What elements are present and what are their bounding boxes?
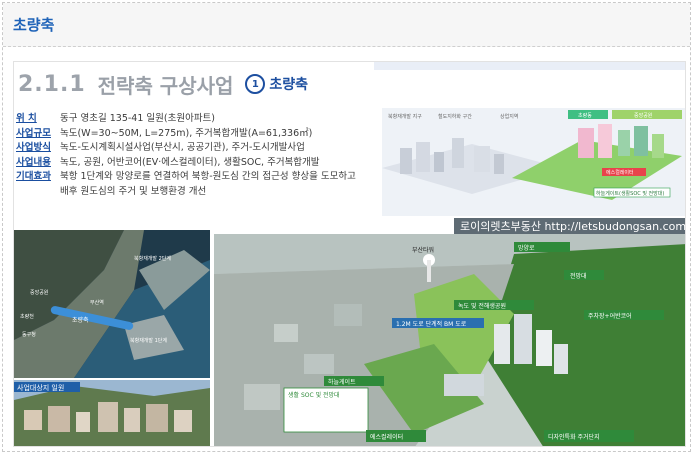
info-value: 녹도-도시계획시설사업(부산시, 공공기관), 주거-도시개발사업: [60, 142, 305, 153]
info-row: 기대효과 북항 1단계와 망양로를 연결하여 북항-원도심 간의 접근성 향상을…: [16, 170, 376, 185]
info-key: 사업방식: [16, 142, 51, 153]
city-photo-illustration: 사업대상지 일원: [14, 380, 210, 446]
map-label: 북항재개발 2단계: [134, 255, 171, 262]
diagram-box-label: 에스컬레이터: [606, 169, 634, 176]
map-band-label: 초량축: [72, 316, 89, 324]
aerial-label: 하늘게이트: [328, 378, 356, 386]
city-label: 사업대상지 일원: [17, 383, 64, 392]
map-label: 부산역: [90, 299, 104, 306]
aerial-label: 1.2M 도로 단계적 BM 도로: [396, 320, 467, 328]
diagram-box-label: 하늘게이트(생활SOC 및 전망대): [596, 190, 664, 197]
aerial-label: 전망대: [570, 272, 587, 280]
subsection-title: 1 초량축: [245, 74, 308, 94]
card-title: 초량축: [13, 16, 55, 34]
satellite-map: 초량축 북항재개발 2단계 중앙공원 부산역 초량천 동구청 북항재개발 1단계: [14, 230, 210, 378]
slide-image: 2.1.1 전략축 구상사업 1 초량축 위 치 동구 영초길 135-41 일…: [13, 61, 686, 447]
section-number: 2.1.1: [18, 71, 86, 97]
slide-heading: 2.1.1 전략축 구상사업 1 초량축: [18, 64, 308, 104]
section-title: 전략축 구상사업: [97, 73, 234, 98]
info-row: 사업내용 녹도, 공원, 어반코어(EV·에스컬레이터), 생활SOC, 주거복…: [16, 156, 376, 171]
diagram-label: 철도지하화 구간: [438, 113, 472, 120]
info-key: 기대효과: [16, 171, 51, 182]
diagram-label: 북항재개발 지구: [388, 113, 422, 120]
map-label: 동구청: [22, 332, 36, 338]
diagram-illustration: 북항재개발 지구 철도지하화 구간 상업지역 초량동 중앙공원 에스컬레이터 하…: [382, 108, 685, 216]
project-info: 위 치 동구 영초길 135-41 일원(초원아파트) 사업규모 녹도(W=30…: [16, 112, 376, 199]
subsection-title-text: 초량축: [269, 77, 309, 93]
info-row: 배후 원도심의 주거 및 보행환경 개선: [16, 185, 376, 200]
info-value: 동구 영초길 135-41 일원(초원아파트): [60, 113, 216, 124]
project-diagram: 북항재개발 지구 철도지하화 구간 상업지역 초량동 중앙공원 에스컬레이터 하…: [382, 108, 685, 216]
info-value: 북항 1단계와 망양로를 연결하여 북항-원도심 간의 접근성 향상을 도모하고: [60, 171, 356, 182]
info-key: 사업규모: [16, 127, 51, 139]
diagram-tag: 초량동: [578, 112, 592, 119]
card-header: 초량축: [3, 3, 690, 47]
info-row: 사업방식 녹도-도시계획시설사업(부산시, 공공기관), 주거-도시개발사업: [16, 141, 376, 156]
city-photo: 사업대상지 일원: [14, 380, 210, 446]
aerial-render-illustration: 망양로 부산타워 전망대 녹도 및 전해생공원 주차장+어반코어 1.2M 도로…: [214, 234, 685, 446]
map-label: 초량천: [20, 313, 34, 320]
aerial-label: 생활 SOC 및 전망대: [288, 391, 340, 399]
info-value: 녹도(W=30~50M, L=275m), 주거복합개발(A=61,336㎡): [60, 127, 313, 139]
subsection-number-icon: 1: [245, 74, 266, 94]
info-key: 사업내용: [16, 156, 51, 168]
info-row: 위 치 동구 영초길 135-41 일원(초원아파트): [16, 112, 376, 127]
aerial-render: 망양로 부산타워 전망대 녹도 및 전해생공원 주차장+어반코어 1.2M 도로…: [214, 234, 685, 446]
slide-top-bar: [374, 62, 685, 70]
map-label: 중앙공원: [30, 289, 49, 296]
satellite-map-illustration: 초량축 북항재개발 2단계 중앙공원 부산역 초량천 동구청 북항재개발 1단계: [14, 230, 210, 378]
map-label: 북항재개발 1단계: [130, 337, 167, 344]
content-card: 초량축 2.1.1 전략축 구상사업 1 초량축 위 치 동구 영초길 135-…: [2, 2, 691, 452]
aerial-label: 녹도 및 전해생공원: [458, 302, 506, 310]
diagram-label: 상업지역: [500, 113, 518, 120]
aerial-label: 망양로: [518, 244, 535, 252]
aerial-label: 디자인특화 주거단지: [548, 433, 600, 441]
card-body: 2.1.1 전략축 구상사업 1 초량축 위 치 동구 영초길 135-41 일…: [3, 51, 690, 451]
aerial-label: 부산타워: [412, 246, 434, 254]
aerial-label: 주차장+어반코어: [588, 312, 632, 320]
info-row: 사업규모 녹도(W=30~50M, L=275m), 주거복합개발(A=61,3…: [16, 127, 376, 142]
info-value: 배후 원도심의 주거 및 보행환경 개선: [60, 185, 207, 197]
diagram-tag: 중앙공원: [634, 112, 653, 119]
aerial-label: 에스컬레이터: [370, 433, 403, 441]
info-value: 녹도, 공원, 어반코어(EV·에스컬레이터), 생활SOC, 주거복합개발: [60, 156, 320, 168]
info-key: 위 치: [16, 113, 37, 124]
